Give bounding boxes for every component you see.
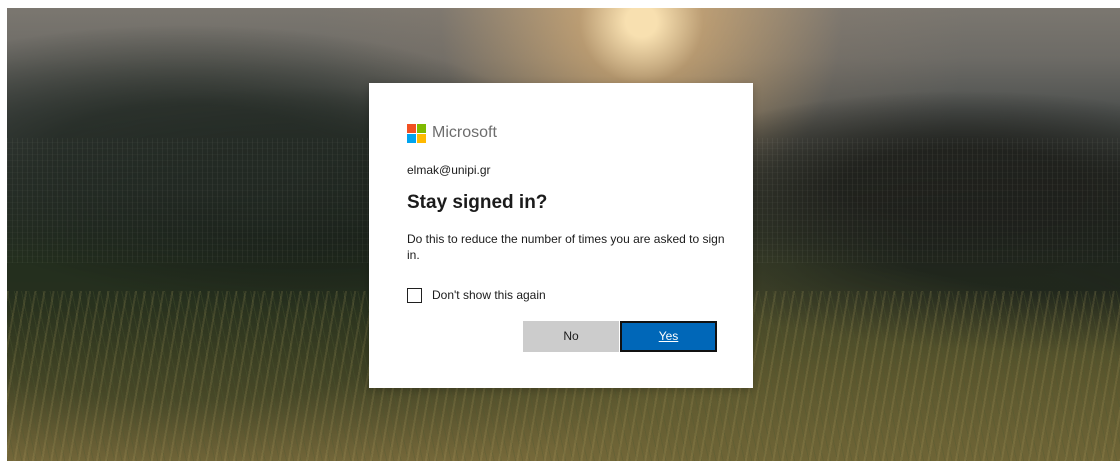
logo-yellow-square <box>417 133 426 143</box>
microsoft-logo-icon <box>407 123 426 143</box>
dialog-title: Stay signed in? <box>407 192 548 213</box>
checkbox-icon[interactable] <box>407 287 422 303</box>
logo-red-square <box>407 123 416 133</box>
brand-name: Microsoft <box>432 124 497 141</box>
no-button[interactable]: No <box>523 321 619 352</box>
logo-green-square <box>417 123 426 133</box>
dialog-description: Do this to reduce the number of times yo… <box>407 232 725 262</box>
account-email: elmak@unipi.gr <box>407 163 491 177</box>
stay-signed-in-dialog: Microsoft elmak@unipi.gr Stay signed in?… <box>369 83 753 388</box>
microsoft-brand: Microsoft <box>407 123 497 143</box>
dont-show-again-label[interactable]: Don't show this again <box>432 287 546 303</box>
dont-show-again-checkbox-row[interactable]: Don't show this again <box>407 286 546 304</box>
logo-blue-square <box>407 133 416 143</box>
sign-in-page: Microsoft elmak@unipi.gr Stay signed in?… <box>0 0 1120 461</box>
yes-button[interactable]: Yes <box>620 321 717 352</box>
